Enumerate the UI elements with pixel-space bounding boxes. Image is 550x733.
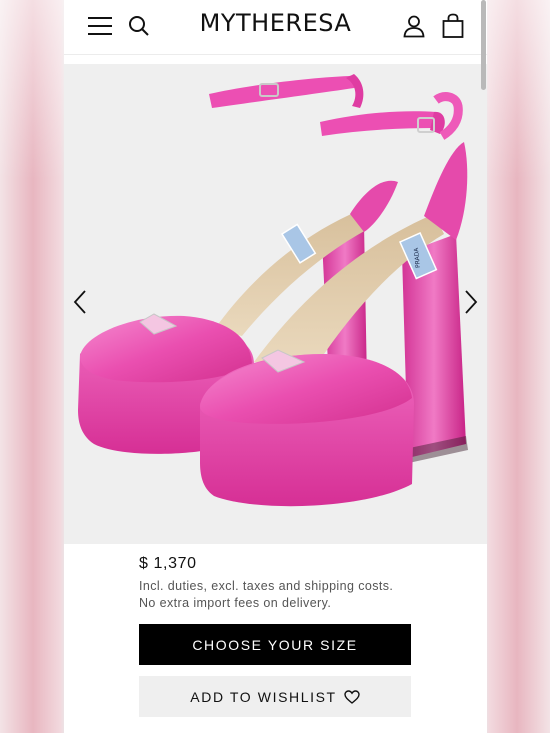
product-image: PRADA [78,74,468,507]
heart-icon [343,689,360,704]
choose-size-button[interactable]: CHOOSE YOUR SIZE [139,624,411,665]
choose-size-label: CHOOSE YOUR SIZE [192,636,358,653]
wishlist-label: ADD TO WISHLIST [190,688,337,705]
import-fee-note: No extra import fees on delivery. [139,596,332,610]
product-gallery[interactable]: PRADA [64,64,487,544]
next-image-button[interactable] [457,286,485,322]
shopping-bag-icon[interactable] [439,12,467,40]
chevron-left-icon [73,289,87,320]
account-icon[interactable] [400,12,428,40]
top-header: MYTHERESA [64,0,487,55]
product-info: $ 1,370 Incl. duties, excl. taxes and sh… [64,544,487,733]
page-scrollbar[interactable] [481,0,486,90]
previous-image-button[interactable] [66,286,94,322]
phone-screen: MYTHERESA PRADA $ 1,370 Incl. duties, ex… [64,0,487,733]
chevron-right-icon [464,289,478,320]
product-price: $ 1,370 [139,555,197,572]
add-to-wishlist-button[interactable]: ADD TO WISHLIST [139,676,411,717]
tax-note: Incl. duties, excl. taxes and shipping c… [139,579,394,593]
